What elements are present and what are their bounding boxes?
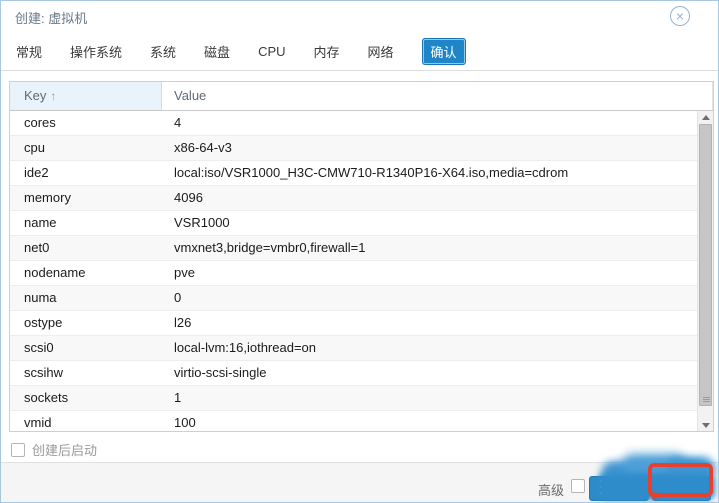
finish-button[interactable] — [652, 476, 711, 501]
scrollbar-thumb[interactable] — [699, 124, 712, 406]
dialog-title: 创建: 虚拟机 — [15, 11, 88, 26]
tabbar-divider — [1, 70, 718, 71]
grid-header: Key ↑ Value — [10, 82, 713, 111]
tab-network[interactable]: 网络 — [368, 42, 394, 61]
scroll-down-icon[interactable] — [702, 423, 710, 428]
button-text-remnant-dots — [600, 480, 603, 498]
confirm-settings-grid: Key ↑ Value cores 4 cpu x86-64-v3 ide2 local… — [9, 81, 714, 432]
tab-cpu[interactable]: CPU — [258, 44, 285, 59]
table-row[interactable]: scsi0 local-lvm:16,iothread=on — [10, 336, 697, 361]
sort-asc-icon: ↑ — [50, 89, 57, 103]
table-row[interactable]: sockets 1 — [10, 386, 697, 411]
grid-scrollbar[interactable] — [697, 111, 713, 431]
start-after-create-checkbox[interactable] — [11, 442, 25, 457]
wizard-tabs: 常规 操作系统 系统 磁盘 CPU 内存 网络 确认 — [16, 37, 466, 65]
table-row[interactable]: numa 0 — [10, 286, 697, 311]
table-row[interactable]: memory 4096 — [10, 186, 697, 211]
close-icon[interactable]: × — [670, 6, 690, 26]
grid-body: cores 4 cpu x86-64-v3 ide2 local:iso/VSR100… — [10, 111, 697, 431]
table-row[interactable]: cores 4 — [10, 111, 697, 136]
start-after-create-label: 创建后启动 — [32, 443, 98, 458]
create-vm-dialog: 创建: 虚拟机 × 常规 操作系统 系统 磁盘 CPU 内存 网络 确认 Key… — [0, 0, 719, 503]
tab-disks[interactable]: 磁盘 — [204, 42, 230, 61]
table-row[interactable]: nodename pve — [10, 261, 697, 286]
table-row[interactable]: net0 vmxnet3,bridge=vmbr0,firewall=1 — [10, 236, 697, 261]
tab-memory[interactable]: 内存 — [314, 42, 340, 61]
tab-confirm[interactable]: 确认 — [421, 37, 466, 65]
column-header-value[interactable]: Value — [162, 82, 713, 110]
table-row[interactable]: vmid 100 — [10, 411, 697, 431]
table-row[interactable]: name VSR1000 — [10, 211, 697, 236]
start-after-create-option[interactable]: 创建后启动 — [11, 440, 97, 459]
table-row[interactable]: cpu x86-64-v3 — [10, 136, 697, 161]
scroll-up-icon[interactable] — [702, 115, 710, 120]
advanced-checkbox[interactable] — [571, 479, 585, 493]
scrollbar-grip — [703, 397, 710, 402]
tab-os[interactable]: 操作系统 — [70, 42, 122, 61]
table-row[interactable]: ostype l26 — [10, 311, 697, 336]
back-button[interactable] — [589, 476, 649, 501]
tab-general[interactable]: 常规 — [16, 42, 42, 61]
table-row[interactable]: ide2 local:iso/VSR1000_H3C-CMW710-R1340P1… — [10, 161, 697, 186]
column-header-key[interactable]: Key ↑ — [10, 82, 162, 110]
advanced-label: 高级 — [538, 483, 565, 498]
table-row[interactable]: scsihw virtio-scsi-single — [10, 361, 697, 386]
tab-system[interactable]: 系统 — [150, 42, 176, 61]
